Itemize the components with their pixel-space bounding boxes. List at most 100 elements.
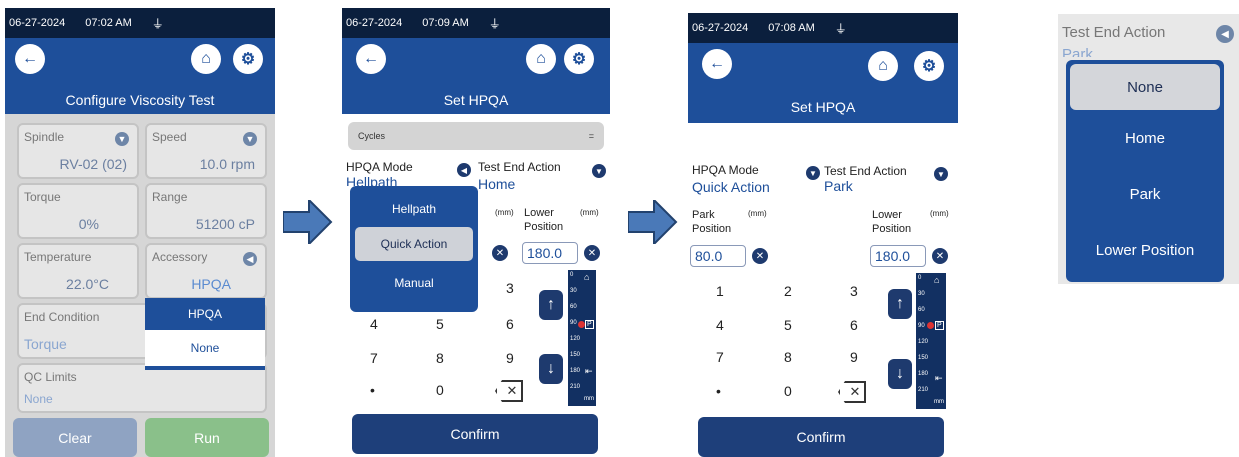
ruler-unit: mm — [934, 399, 944, 405]
qc-limits-tile[interactable]: QC Limits None — [17, 363, 267, 413]
header: ← ⌂ ⚙ Configure Viscosity Test — [5, 38, 275, 114]
move-up-button[interactable]: ↑ — [539, 290, 563, 320]
move-down-button[interactable]: ↓ — [539, 354, 563, 384]
lower-position-input[interactable]: 180.0 — [522, 242, 578, 264]
spindle-tile[interactable]: Spindle ▼ RV-02 (02) — [17, 123, 139, 179]
run-button[interactable]: Run — [145, 418, 269, 457]
clear-field-icon[interactable]: ✕ — [752, 248, 768, 264]
test-end-action-value: Home — [478, 176, 516, 192]
key-6[interactable]: 6 — [506, 316, 514, 332]
back-button[interactable]: ← — [15, 44, 45, 74]
ruler-tick-180: 180 — [570, 368, 581, 374]
hpqa-mode-label: HPQA Mode — [692, 163, 759, 177]
test-end-action-menu: None Home Park Lower Position — [1066, 60, 1224, 282]
key-4[interactable]: 4 — [370, 316, 378, 332]
ruler-tick-210: 210 — [918, 387, 929, 393]
current-position-indicator — [927, 322, 934, 329]
lower-position-label-2: Position — [872, 223, 912, 235]
key-7[interactable]: 7 — [370, 350, 378, 366]
settings-button[interactable]: ⚙ — [914, 51, 944, 81]
ruler-lower-marker: ⇤ — [585, 366, 593, 376]
ruler-tick-150: 150 — [570, 352, 581, 358]
chevron-down-icon: ▼ — [243, 132, 257, 146]
menu-item-none[interactable]: None — [1070, 64, 1220, 110]
status-time: 07:09 AM — [422, 17, 469, 29]
hpqa-mode-value: Quick Action — [692, 179, 770, 195]
key-9[interactable]: 9 — [506, 350, 514, 366]
key-dot[interactable]: • — [370, 382, 375, 398]
back-button[interactable]: ← — [702, 49, 732, 79]
chevron-left-icon[interactable]: ◀ — [1216, 25, 1234, 43]
dropdown-option-hpqa[interactable]: HPQA — [145, 298, 265, 330]
confirm-button[interactable]: Confirm — [352, 414, 598, 454]
unit-label-2: (mm) — [930, 209, 949, 218]
key-4[interactable]: 4 — [716, 317, 724, 333]
settings-button[interactable]: ⚙ — [564, 44, 594, 74]
speed-tile[interactable]: Speed ▼ 10.0 rpm — [145, 123, 267, 179]
lower-position-input[interactable]: 180.0 — [870, 245, 926, 267]
cycles-bar[interactable]: Cycles = — [348, 122, 604, 150]
ruler-park-marker: P — [585, 320, 594, 329]
configure-screen: 06-27-2024 07:02 AM ⏚ ← ⌂ ⚙ Configure Vi… — [5, 8, 275, 457]
chevron-down-icon[interactable]: ▼ — [806, 166, 820, 180]
key-dot[interactable]: • — [716, 383, 721, 399]
key-3[interactable]: 3 — [850, 283, 858, 299]
accessory-label: Accessory — [152, 250, 208, 264]
move-down-button[interactable]: ↓ — [888, 359, 912, 389]
park-position-input[interactable]: 80.0 — [690, 245, 746, 267]
clear-button[interactable]: Clear — [13, 418, 137, 457]
chevron-down-icon: ▼ — [115, 132, 129, 146]
clear-field-icon[interactable]: ✕ — [932, 248, 948, 264]
menu-item-lower-position[interactable]: Lower Position — [1070, 222, 1220, 278]
home-button[interactable]: ⌂ — [868, 51, 898, 81]
key-3[interactable]: 3 — [506, 280, 514, 296]
home-button[interactable]: ⌂ — [526, 44, 556, 74]
key-1[interactable]: 1 — [716, 283, 724, 299]
key-2[interactable]: 2 — [784, 283, 792, 299]
accessory-tile[interactable]: Accessory ◀ HPQA — [145, 243, 267, 299]
back-button[interactable]: ← — [356, 44, 386, 74]
page-title: Set HPQA — [443, 92, 509, 108]
key-8[interactable]: 8 — [784, 349, 792, 365]
dropdown-option-none[interactable]: None — [145, 330, 265, 366]
plug-icon: ⏚ — [151, 16, 164, 31]
clear-field-icon[interactable]: ✕ — [584, 245, 600, 261]
key-0[interactable]: 0 — [784, 383, 792, 399]
key-8[interactable]: 8 — [436, 350, 444, 366]
park-position-label-2: Position — [692, 223, 732, 235]
temperature-tile[interactable]: Temperature 22.0°C — [17, 243, 139, 299]
home-button[interactable]: ⌂ — [191, 44, 221, 74]
cycles-label: Cycles — [358, 131, 386, 141]
chevron-left-icon[interactable]: ◀ — [457, 163, 471, 177]
key-0[interactable]: 0 — [436, 382, 444, 398]
backspace-icon[interactable]: ✕ — [495, 380, 523, 402]
lower-position-label-2: Position — [524, 221, 564, 233]
key-6[interactable]: 6 — [850, 317, 858, 333]
move-up-button[interactable]: ↑ — [888, 289, 912, 319]
settings-button[interactable]: ⚙ — [233, 44, 263, 74]
accessory-value: HPQA — [191, 276, 231, 292]
key-5[interactable]: 5 — [784, 317, 792, 333]
ruler-tick-210: 210 — [570, 384, 581, 390]
menu-item-home[interactable]: Home — [1070, 110, 1220, 166]
key-9[interactable]: 9 — [850, 349, 858, 365]
menu-item-quick-action[interactable]: Quick Action — [355, 227, 473, 261]
chevron-down-icon[interactable]: ▼ — [934, 167, 948, 181]
plug-icon: ⏚ — [488, 16, 501, 31]
backspace-icon[interactable]: ✕ — [838, 381, 866, 403]
status-bar: 06-27-2024 07:02 AM ⏚ — [5, 8, 275, 38]
key-5[interactable]: 5 — [436, 316, 444, 332]
test-end-action-value-partial: Park — [1062, 46, 1093, 57]
chevron-down-icon[interactable]: ▼ — [592, 164, 606, 178]
menu-item-hellpath[interactable]: Hellpath — [355, 191, 473, 227]
current-position-indicator — [578, 321, 585, 328]
menu-item-park[interactable]: Park — [1070, 166, 1220, 222]
test-end-action-label: Test End Action — [824, 164, 907, 178]
key-7[interactable]: 7 — [716, 349, 724, 365]
confirm-button[interactable]: Confirm — [698, 417, 944, 457]
ruler-tick-120: 120 — [918, 339, 929, 345]
arrow-right-icon — [283, 200, 333, 244]
menu-item-manual[interactable]: Manual — [355, 261, 473, 305]
clear-field-icon[interactable]: ✕ — [492, 245, 508, 261]
lower-position-label: Lower — [524, 207, 554, 219]
